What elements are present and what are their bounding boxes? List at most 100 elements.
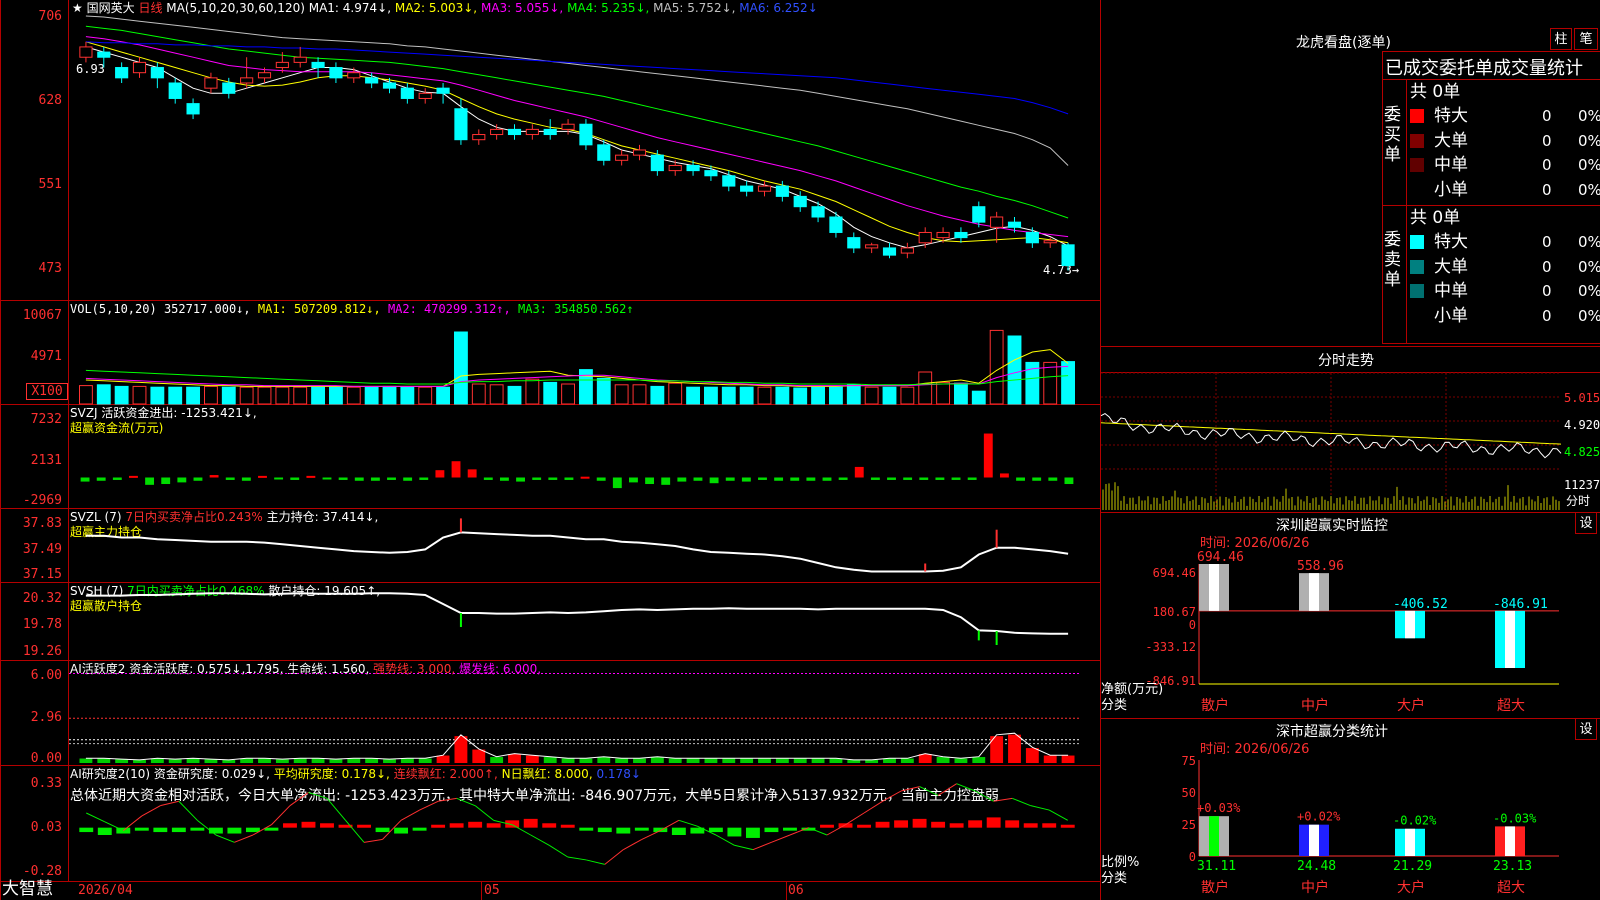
ai-research-ytick-1: 0.03 [30,820,62,835]
svzj-bar [322,477,332,480]
research-line-seg [438,797,457,802]
vol-ma3: MA3: 354850.562↑ [518,302,634,316]
ai-research-bar [264,827,279,831]
lhkp-sep-top [1382,51,1600,52]
ai-active-ytick-1: 2.96 [30,710,62,725]
candle-body [579,123,593,146]
svzl-ytick-0: 37.83 [22,516,62,531]
svzj-bar [1048,477,1058,481]
lhkp-side-divider [1382,51,1383,343]
monitor-settings-button[interactable]: 设 [1575,512,1597,534]
monitor-ytick-3: -333.12 [1145,640,1196,654]
candle-body [1061,244,1075,266]
monitor-category-label: 中户 [1301,697,1329,714]
stats-settings-button[interactable]: 设 [1575,718,1597,740]
intraday-ytick-1: 4.920 [1564,418,1600,432]
intraday-chart[interactable] [1100,372,1563,510]
monitor-bar-chart: 694.46 散户 558.96 中户 -406.52 大户 -846.91 超大 [1197,550,1559,714]
candle-body [400,87,414,99]
stats-bar-highlight [1405,828,1415,856]
ai-active-ytick-2: 0.00 [30,751,62,766]
candle-body [668,164,682,172]
svzj-bar [693,477,703,481]
research-line-seg [1012,797,1031,807]
candle-body [686,164,700,172]
volume-bar [454,331,468,405]
volume-bar [918,371,933,405]
volume-bar [721,386,736,405]
ai-active-bar [686,758,700,763]
period-label[interactable]: 日线 [138,1,162,15]
ai-research-bar [579,827,594,831]
svzj-bar [919,477,929,480]
monitor-bar-highlight [1309,573,1319,611]
svzj-bar [338,477,348,480]
svzj-bar [354,477,364,481]
ma-line-ma4 [85,25,1069,219]
research-line-seg [326,798,346,821]
ai-active-bar [525,755,539,763]
svzj-bar [258,475,267,478]
volume-bar [561,383,575,405]
candle-body [1043,240,1057,244]
candle-body [775,185,789,197]
ai-research-bar [97,827,112,835]
order-color-swatch [1410,109,1424,123]
research-line-seg [419,800,439,811]
order-row-pct: 0% [1578,180,1600,199]
stats-value-label: 24.48 [1297,859,1336,874]
candlestick-chart[interactable] [69,15,1099,284]
volume-bar [364,386,379,405]
ai-active-bar [115,759,129,763]
ai-research-bar [227,827,242,834]
ai-research-bar [949,823,964,828]
sep-ai-research [0,765,1100,766]
candle-body [365,77,379,84]
volume-bar [150,386,165,405]
volume-bar [221,386,236,405]
tick-mode-button[interactable]: 笔 [1574,28,1598,50]
svzj-bar [209,475,219,478]
volume-chart [79,329,1076,405]
ma5-value: MA5: 5.752↓, [653,1,736,15]
order-color-swatch [1410,235,1424,249]
ai-research-bar [931,821,946,828]
ai-active-bar [650,757,664,763]
svzj-bar [1032,477,1042,481]
svzj-bar [403,477,413,481]
ai-active-bar [740,758,754,763]
volume-bar [596,377,611,405]
research-line-seg [808,827,828,836]
volume-bar [900,386,915,405]
svzj-bar [225,477,235,480]
lhkp-sep-bottom [1382,343,1600,344]
research-line-seg [993,797,1013,802]
candle-body [490,128,504,136]
research-line-seg [363,838,383,843]
volume-bar [96,384,111,405]
research-line-seg [456,797,476,807]
svzj-bar [999,473,1009,478]
volume-bar [668,382,683,405]
svzj-bar [983,433,993,478]
volume-bar [704,386,718,405]
svzj-bar [419,477,429,480]
volume-bar [846,384,861,405]
svzj-bar [161,477,171,485]
monitor-category-label: 超大 [1497,698,1525,714]
ai-active-bar [811,758,825,763]
ai-research-bar [79,827,94,833]
ai-research-bar [820,824,834,828]
candle-body [168,82,182,99]
stock-name[interactable]: 国网英大 [87,1,135,15]
bar-mode-button[interactable]: 柱 [1550,28,1572,50]
svzj-bar [435,470,445,478]
ai-research-bar [616,827,631,834]
monitor-ytick-1: 180.67 [1152,605,1196,619]
ma-label: MA(5,10,20,30,60,120) [166,1,305,15]
ai-active-bar [418,758,432,763]
volume-bar [79,385,93,405]
candle-body [1007,221,1022,228]
candle-body [418,92,432,99]
monitor-category-label: 大户 [1397,697,1425,714]
